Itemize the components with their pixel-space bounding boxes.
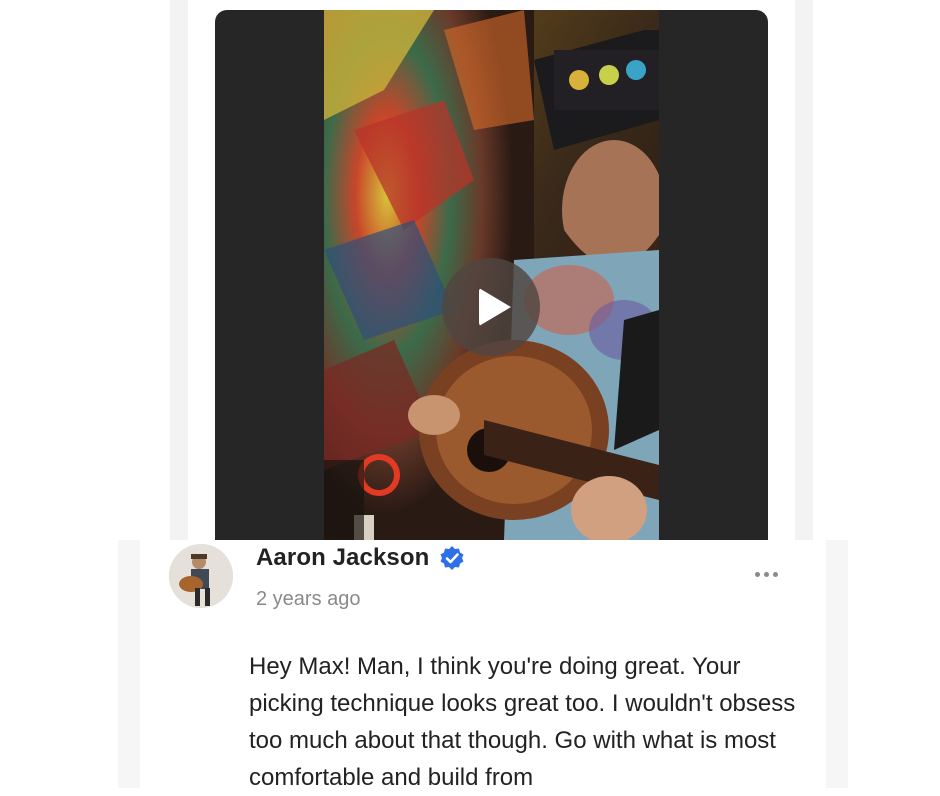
comment-body: Hey Max! Man, I think you're doing great… <box>249 653 796 791</box>
author-name[interactable]: Aaron Jackson <box>256 544 429 572</box>
more-options-icon <box>754 571 760 577</box>
video-player[interactable] <box>215 10 768 540</box>
comment-timestamp: 2 years ago <box>256 588 361 610</box>
left-gutter-lower <box>118 540 140 788</box>
author-row: Aaron Jackson <box>256 543 465 573</box>
more-options-dot <box>763 571 769 577</box>
left-gutter <box>170 0 188 540</box>
verified-badge-icon <box>440 546 464 570</box>
play-button[interactable] <box>442 258 540 356</box>
play-icon <box>479 288 511 326</box>
more-options-dot <box>772 571 778 577</box>
right-gutter <box>795 0 813 540</box>
right-gutter-lower <box>826 540 848 788</box>
more-options-button[interactable] <box>748 560 784 588</box>
author-avatar[interactable] <box>169 544 233 608</box>
